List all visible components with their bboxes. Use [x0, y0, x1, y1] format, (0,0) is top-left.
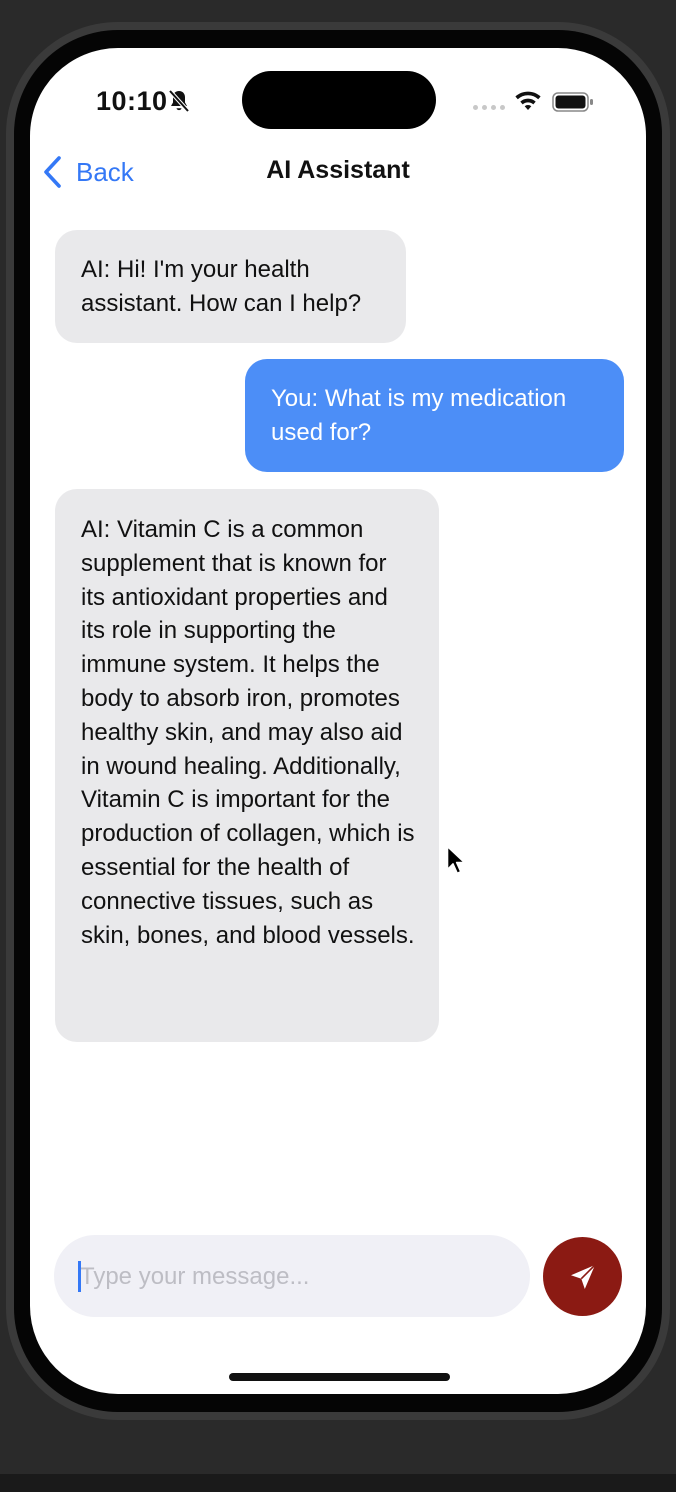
- user-message-bubble: You: What is my medication used for?: [245, 359, 624, 472]
- battery-icon: [552, 92, 593, 112]
- back-button[interactable]: Back: [42, 152, 134, 192]
- dynamic-island: [242, 71, 436, 129]
- paper-plane-icon: [570, 1263, 596, 1289]
- status-time: 10:10: [96, 86, 168, 116]
- cellular-icon: [473, 105, 505, 110]
- ai-message-bubble: AI: Hi! I'm your health assistant. How c…: [55, 230, 406, 343]
- wifi-icon: [515, 91, 541, 110]
- chevron-left-icon: [44, 156, 61, 188]
- text-caret: [78, 1261, 81, 1292]
- phone-screen: 10:10 AI Assistant Back AI: Hi! I'm your…: [30, 48, 646, 1394]
- back-button-label: Back: [76, 156, 134, 187]
- home-indicator: [229, 1373, 450, 1381]
- ai-message-bubble: AI: Vitamin C is a common supplement tha…: [55, 489, 439, 1042]
- message-input[interactable]: [78, 1235, 512, 1319]
- mouse-pointer-icon: [446, 845, 464, 875]
- desktop-taskbar-strip: [0, 1474, 676, 1492]
- message-input-container: [54, 1235, 530, 1319]
- send-button[interactable]: [543, 1237, 622, 1316]
- bell-slash-icon: [168, 89, 190, 113]
